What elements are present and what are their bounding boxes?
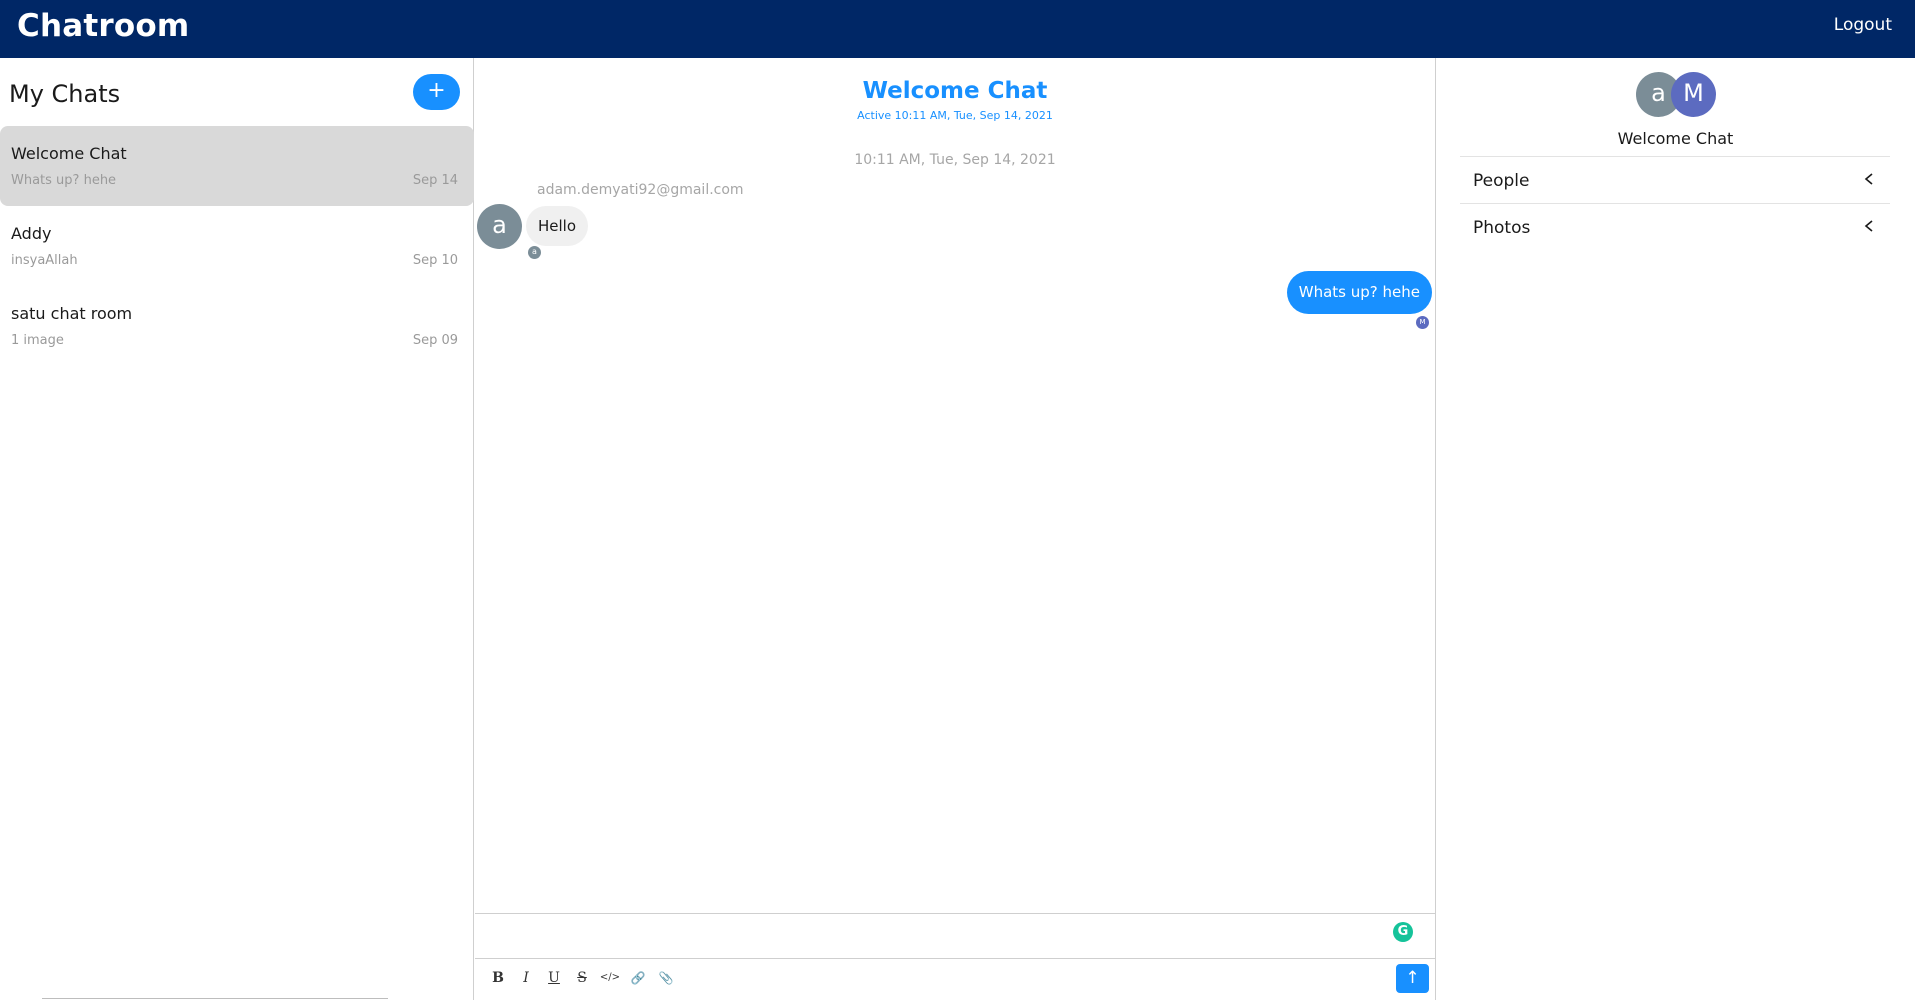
code-icon[interactable]: </> xyxy=(599,967,621,989)
conversation-active-status: Active 10:11 AM, Tue, Sep 14, 2021 xyxy=(857,109,1053,122)
chat-item-date: Sep 14 xyxy=(412,173,458,188)
divider xyxy=(42,998,388,999)
read-receipt-avatar: a xyxy=(528,246,541,259)
chevron-left-icon xyxy=(1864,173,1873,185)
link-icon[interactable]: 🔗 xyxy=(627,967,649,989)
avatar: a xyxy=(477,204,522,249)
photos-section-toggle[interactable]: Photos xyxy=(1460,203,1890,251)
italic-icon[interactable]: I xyxy=(515,967,537,989)
formatting-toolbar: B I U S </> 🔗 📎 xyxy=(487,967,677,991)
message-input[interactable]: G xyxy=(475,914,1435,959)
chat-item-preview: insyaAllah xyxy=(11,253,78,268)
send-button[interactable]: ↑ xyxy=(1396,964,1429,993)
outgoing-message-bubble: Whats up? hehe xyxy=(1286,271,1432,314)
read-receipt-avatar: M xyxy=(1416,316,1429,329)
chevron-left-icon xyxy=(1864,220,1873,232)
logout-button[interactable]: Logout xyxy=(1834,15,1892,35)
conversation-panel: Welcome Chat Active 10:11 AM, Tue, Sep 1… xyxy=(475,58,1436,1000)
attachment-icon[interactable]: 📎 xyxy=(655,967,677,989)
chat-list: Welcome Chat Whats up? hehe Sep 14 Addy … xyxy=(0,126,474,366)
avatar: M xyxy=(1671,72,1716,117)
chat-item-name: Welcome Chat xyxy=(11,144,127,163)
section-label: People xyxy=(1473,171,1530,191)
chat-item-date: Sep 10 xyxy=(412,253,458,268)
top-navbar: Chatroom Logout xyxy=(0,0,1915,58)
message-timestamp: 10:11 AM, Tue, Sep 14, 2021 xyxy=(854,152,1056,168)
incoming-message-bubble: Hello xyxy=(526,206,589,246)
chat-details-panel: a M Welcome Chat People Photos xyxy=(1436,58,1915,1000)
chat-item-name: Addy xyxy=(11,224,52,243)
conversation-title: Welcome Chat xyxy=(862,78,1048,104)
chat-item-satu-chat-room[interactable]: satu chat room 1 image Sep 09 xyxy=(0,286,474,366)
member-avatars: a M xyxy=(1636,72,1726,118)
chat-item-preview: Whats up? hehe xyxy=(11,173,117,188)
chat-item-welcome-chat[interactable]: Welcome Chat Whats up? hehe Sep 14 xyxy=(0,126,474,206)
chat-item-date: Sep 09 xyxy=(412,333,458,348)
strikethrough-icon[interactable]: S xyxy=(571,967,593,989)
people-section-toggle[interactable]: People xyxy=(1460,156,1890,204)
chat-item-preview: 1 image xyxy=(11,333,64,348)
grammarly-icon[interactable]: G xyxy=(1393,922,1413,942)
message-composer: G B I U S </> 🔗 📎 ↑ xyxy=(475,913,1435,1000)
chat-item-addy[interactable]: Addy insyaAllah Sep 10 xyxy=(0,206,474,286)
room-name: Welcome Chat xyxy=(1617,129,1734,148)
sender-email: adam.demyati92@gmail.com xyxy=(537,182,744,198)
arrow-up-icon: ↑ xyxy=(1405,968,1420,988)
chat-list-panel: My Chats + Welcome Chat Whats up? hehe S… xyxy=(0,58,474,1000)
new-chat-button[interactable]: + xyxy=(413,74,460,110)
bold-icon[interactable]: B xyxy=(487,967,509,989)
chat-item-name: satu chat room xyxy=(11,304,133,323)
app-title: Chatroom xyxy=(17,8,190,44)
my-chats-title: My Chats xyxy=(9,80,121,108)
section-label: Photos xyxy=(1473,218,1531,238)
underline-icon[interactable]: U xyxy=(543,967,565,989)
